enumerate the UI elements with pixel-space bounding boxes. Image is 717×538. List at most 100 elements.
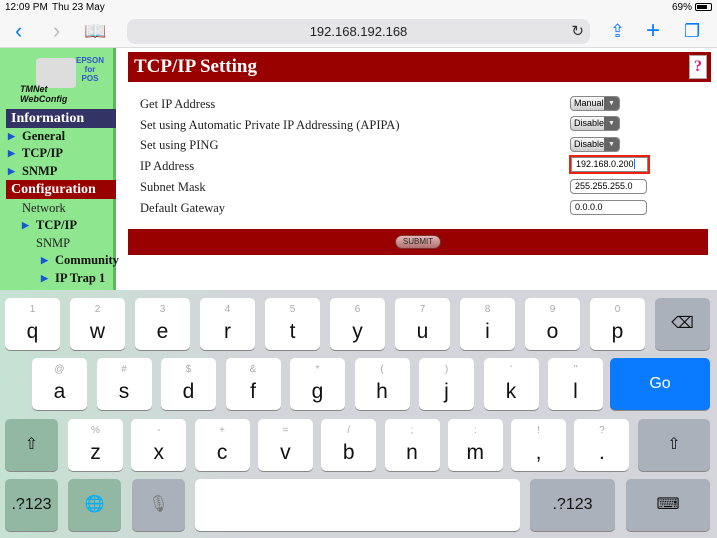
key-v[interactable]: = v: [257, 419, 313, 471]
numbers-key-right[interactable]: .?123: [530, 479, 615, 531]
key-f[interactable]: & f: [225, 358, 281, 410]
key-primary: l: [573, 380, 578, 403]
tabs-icon[interactable]: ❐: [684, 20, 700, 42]
key-primary: k: [505, 380, 517, 403]
key-l[interactable]: " l: [548, 358, 603, 410]
label-ip-address: IP Address: [140, 159, 195, 173]
label-get-ip: Get IP Address: [140, 97, 216, 111]
keyboard: 1 q 2 w 3 e 4 r 5 t 6 y 7 u 8 i 9 o 0 p ⌫ @ a # s $ d & f * g(h) j ' k " l G…: [0, 290, 717, 538]
new-tab-icon[interactable]: +: [646, 19, 660, 43]
key-q[interactable]: 1q: [5, 298, 60, 350]
key-u[interactable]: 7u: [395, 298, 450, 350]
submit-bar: SUBMIT: [128, 229, 708, 255]
ip-address-input[interactable]: 192.168.0.200: [569, 155, 650, 174]
page-title: TCP/IP Setting?: [128, 52, 711, 82]
key-primary: y: [352, 320, 363, 343]
default-gateway-input[interactable]: 0.0.0.0: [570, 200, 647, 215]
apipa-select[interactable]: Disable ▼: [570, 116, 620, 131]
label: TCP/IP: [36, 218, 77, 232]
key-primary: d: [182, 380, 195, 403]
globe-icon: 🌐: [84, 496, 105, 513]
key-primary: n: [406, 441, 418, 464]
sidebar-item-community[interactable]: ▶ Community: [41, 253, 119, 268]
label: TCP/IP: [22, 146, 63, 160]
submit-button[interactable]: SUBMIT: [395, 235, 441, 249]
back-icon[interactable]: ‹: [15, 20, 22, 42]
key-secondary: (: [380, 364, 384, 375]
key-w[interactable]: 2w: [70, 298, 125, 350]
key-primary: o: [546, 320, 559, 343]
microphone-icon: 🎙: [148, 496, 169, 513]
sidebar-item-info-tcpip[interactable]: ▶ TCP/IP: [8, 146, 63, 161]
go-key[interactable]: Go: [610, 358, 710, 410]
key-primary: a: [53, 380, 66, 403]
label: SNMP: [22, 164, 58, 178]
sidebar-item-ip-trap-1[interactable]: ▶ IP Trap 1: [41, 271, 106, 286]
key-m[interactable]: :m: [447, 419, 503, 471]
arrow-icon: ▶: [22, 220, 29, 230]
battery-icon: [695, 3, 712, 11]
key-secondary: 3: [159, 304, 166, 315]
backspace-key[interactable]: ⌫: [655, 298, 710, 350]
key-s[interactable]: # s: [96, 358, 152, 410]
key-h[interactable]: (h: [354, 358, 410, 410]
key-secondary: @: [54, 364, 65, 375]
key-primary: r: [224, 320, 231, 343]
key-,[interactable]: !,: [511, 419, 567, 471]
key-t[interactable]: 5t: [265, 298, 320, 350]
key-g[interactable]: * g: [290, 358, 345, 410]
forward-icon[interactable]: ›: [53, 20, 60, 42]
key-i[interactable]: 8i: [460, 298, 515, 350]
key-b[interactable]: / b: [321, 419, 377, 471]
key-o[interactable]: 9o: [525, 298, 580, 350]
sidebar-item-general[interactable]: ▶ General: [8, 129, 66, 144]
shift-right-key[interactable]: ⇧: [638, 419, 710, 471]
chevron-down-icon: ▼: [604, 117, 619, 130]
key-p[interactable]: 0p: [590, 298, 645, 350]
key-primary: m: [466, 441, 485, 464]
key-r[interactable]: 4r: [200, 298, 255, 350]
chevron-down-icon: ▼: [604, 97, 619, 110]
keyboard-dismiss-icon: ⌨: [656, 496, 680, 513]
key-e[interactable]: 3e: [135, 298, 190, 350]
bookmarks-icon[interactable]: 📖: [84, 20, 106, 42]
key-primary: s: [118, 380, 130, 403]
key-a[interactable]: @ a: [32, 358, 87, 410]
get-ip-select[interactable]: Manual ▼: [570, 96, 620, 111]
key-primary: b: [342, 441, 355, 464]
reload-icon[interactable]: ↻: [571, 19, 584, 44]
address-bar[interactable]: 192.168.192.168 ↻: [127, 19, 590, 44]
label: General: [22, 129, 66, 143]
key-secondary: &: [249, 364, 257, 375]
key-secondary: 1: [29, 304, 36, 315]
key-secondary: +: [219, 425, 226, 436]
shift-left-key[interactable]: ⇧: [5, 419, 58, 471]
key-n[interactable]: ; n: [384, 419, 440, 471]
key-c[interactable]: + c: [194, 419, 250, 471]
key-j[interactable]: ) j: [419, 358, 474, 410]
dictation-key[interactable]: 🎙: [132, 479, 185, 531]
label: IP Trap 1: [55, 271, 106, 285]
value: Manual: [574, 98, 604, 108]
key-secondary: 8: [484, 304, 491, 315]
key-.[interactable]: ?.: [574, 419, 630, 471]
subnet-mask-input[interactable]: 255.255.255.0: [570, 179, 647, 194]
key-z[interactable]: % z: [68, 419, 123, 471]
help-icon[interactable]: ?: [689, 55, 707, 79]
key-d[interactable]: $ d: [161, 358, 216, 410]
label-ping: Set using PING: [140, 138, 219, 152]
sidebar-item-config-tcpip[interactable]: ▶ TCP/IP: [22, 218, 77, 233]
space-key[interactable]: [195, 479, 520, 531]
ping-select[interactable]: Disable ▼: [570, 137, 620, 152]
key-k[interactable]: ' k: [483, 358, 539, 410]
key-primary: h: [376, 380, 388, 403]
hide-keyboard-key[interactable]: ⌨: [626, 479, 710, 531]
key-x[interactable]: -x: [131, 419, 187, 471]
arrow-icon: ▶: [8, 131, 15, 141]
sidebar-item-info-snmp[interactable]: ▶ SNMP: [8, 164, 58, 179]
key-secondary: ?: [599, 425, 605, 436]
numbers-key-left[interactable]: .?123: [5, 479, 58, 531]
key-y[interactable]: 6y: [330, 298, 385, 350]
share-icon[interactable]: ⇪: [610, 20, 625, 42]
globe-key[interactable]: 🌐: [68, 479, 121, 531]
